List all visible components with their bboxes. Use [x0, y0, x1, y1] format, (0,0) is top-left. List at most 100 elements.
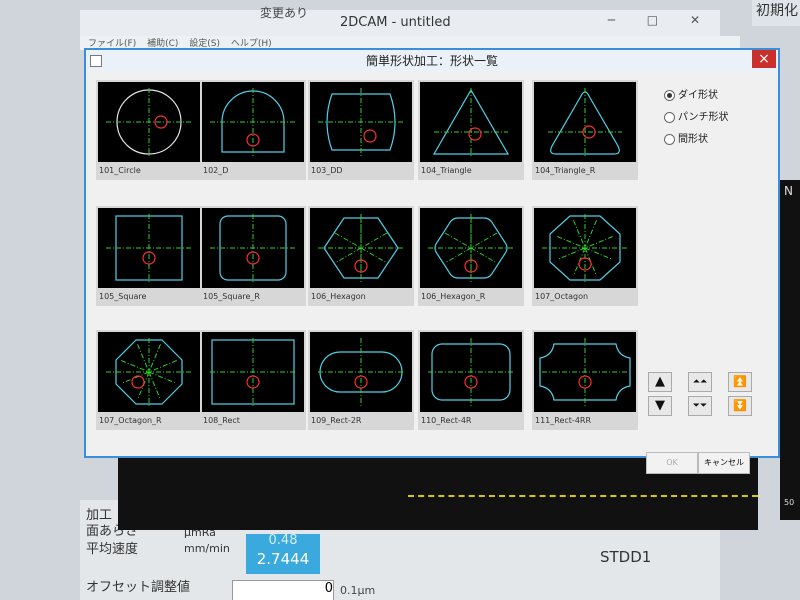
screen: 初期化 変更あり 2DCAM - untitled ─ □ ✕ ファイル(F) … [0, 0, 800, 600]
radio-punch-label: パンチ形状 [678, 112, 729, 123]
app-title: 2DCAM - untitled [340, 15, 451, 30]
shape-caption: 104_Triangle [421, 166, 472, 175]
shape-preview-octagon[interactable] [534, 208, 636, 288]
radio-die[interactable]: ダイ形状 [664, 86, 718, 101]
shape-tile-rect-4r[interactable]: 110_Rect-4R [418, 330, 524, 430]
radio-die-dot[interactable] [664, 89, 675, 101]
shape-tile-hexagon-r[interactable]: 106_Hexagon_R [418, 206, 524, 306]
shape-preview-dd[interactable] [310, 82, 412, 162]
shape-preview-triangle-r[interactable] [534, 82, 636, 162]
app-titlebar: 変更あり 2DCAM - untitled ─ □ ✕ [80, 6, 720, 36]
shape-tile-square-r[interactable]: 105_Square_R [200, 206, 306, 306]
shape-tile-rect-2r[interactable]: 109_Rect-2R [308, 330, 414, 430]
shape-preview-square-r[interactable] [202, 208, 304, 288]
shape-drawing-triangle-r [548, 88, 622, 156]
move-top-button[interactable]: ⏫ [728, 372, 752, 392]
shape-preview-octagon-r[interactable] [98, 332, 200, 412]
shape-caption: 106_Hexagon_R [421, 292, 486, 301]
shape-tile-hexagon[interactable]: 106_Hexagon [308, 206, 414, 306]
axis-label: 50 [784, 498, 795, 507]
page-down-button[interactable]: ⏷⏷ [688, 396, 712, 416]
shape-preview-rect-4rr[interactable] [534, 332, 636, 412]
changed-indicator: 変更あり [260, 6, 309, 20]
shape-tile-circle[interactable]: 101_Circle [96, 80, 202, 180]
shape-caption: 106_Hexagon [311, 292, 366, 301]
shape-caption: 104_Triangle_R [535, 166, 596, 175]
shape-preview-triangle[interactable] [420, 82, 522, 162]
shape-caption: 103_DD [311, 166, 343, 175]
shape-drawing-rect-2r [318, 338, 404, 406]
shape-drawing-square-r [210, 214, 296, 282]
shape-tile-octagon[interactable]: 107_Octagon [532, 206, 638, 306]
shape-tile-triangle-r[interactable]: 104_Triangle_R [532, 80, 638, 180]
shape-tile-d[interactable]: 102_D [200, 80, 306, 180]
ok-button[interactable]: OK [646, 452, 698, 474]
shape-tile-square[interactable]: 105_Square [96, 206, 202, 306]
speed-display: 0.48 2.7444 [246, 534, 320, 574]
shape-preview-hexagon-r[interactable] [420, 208, 522, 288]
speed-prev-value: 0.48 [268, 533, 298, 548]
shape-caption: 109_Rect-2R [311, 416, 362, 425]
shape-caption: 107_Octagon [535, 292, 589, 301]
tool-name: STDD1 [600, 548, 652, 566]
radio-die-label: ダイ形状 [678, 90, 718, 101]
shape-drawing-rect [210, 338, 296, 406]
shape-caption: 107_Octagon_R [99, 416, 162, 425]
offset-label: オフセット調整値 [86, 580, 191, 595]
radio-gap-dot[interactable] [664, 133, 675, 145]
right-view-canvas: N 50 [780, 180, 800, 520]
shape-drawing-dd [318, 88, 404, 156]
shape-caption: 108_Rect [203, 416, 240, 425]
shape-list-dialog: 簡単形状加工：形状一覧 × 101_Circle 102_D 103_DD 104_T… [84, 48, 780, 474]
shape-tile-octagon-r[interactable]: 107_Octagon_R [96, 330, 202, 430]
shape-preview-circle[interactable] [98, 82, 200, 162]
shape-drawing-octagon [542, 214, 628, 282]
shape-preview-rect[interactable] [202, 332, 304, 412]
shape-tile-dd[interactable]: 103_DD [308, 80, 414, 180]
shape-caption: 101_Circle [99, 166, 141, 175]
radio-punch[interactable]: パンチ形状 [664, 108, 729, 123]
speed-unit: mm/min [184, 542, 230, 555]
radio-gap-label: 間形状 [678, 134, 708, 145]
shape-drawing-square [106, 214, 192, 282]
shape-caption: 105_Square [99, 292, 147, 301]
speed-label: 平均速度 [86, 542, 139, 557]
window-icon [90, 55, 102, 67]
radio-punch-dot[interactable] [664, 111, 675, 123]
shape-caption: 105_Square_R [203, 292, 260, 301]
shape-drawing-hexagon [318, 214, 404, 282]
shape-caption: 102_D [203, 166, 229, 175]
shape-drawing-triangle [432, 88, 510, 156]
shape-preview-hexagon[interactable] [310, 208, 412, 288]
shape-preview-rect-4r[interactable] [420, 332, 522, 412]
dialog-titlebar: 簡単形状加工：形状一覧 × [86, 50, 778, 72]
shape-drawing-d [210, 88, 296, 156]
shape-drawing-hexagon-r [428, 214, 514, 282]
dialog-title: 簡単形状加工：形状一覧 [365, 54, 498, 68]
shape-drawing-octagon-r [106, 338, 192, 406]
shape-preview-d[interactable] [202, 82, 304, 162]
window-controls[interactable]: ─ □ ✕ [608, 13, 714, 27]
speed-value: 2.7444 [256, 550, 310, 568]
shape-preview-rect-2r[interactable] [310, 332, 412, 412]
shape-drawing-circle [106, 88, 192, 156]
toolpath-line [408, 495, 758, 497]
move-bottom-button[interactable]: ⏬ [728, 396, 752, 416]
shape-tile-rect-4rr[interactable]: 111_Rect-4RR [532, 330, 638, 430]
view-marker: N [784, 184, 793, 198]
move-up-button[interactable]: ▲ [648, 372, 672, 392]
radio-gap[interactable]: 間形状 [664, 130, 708, 145]
shape-tile-rect[interactable]: 108_Rect [200, 330, 306, 430]
move-down-button[interactable]: ▼ [648, 396, 672, 416]
shape-caption: 111_Rect-4RR [535, 416, 592, 425]
reset-label[interactable]: 初期化 [752, 0, 800, 26]
shape-tile-triangle[interactable]: 104_Triangle [418, 80, 524, 180]
offset-unit: 0.1μm [340, 584, 376, 597]
close-button[interactable]: × [752, 50, 776, 68]
shape-drawing-rect-4r [428, 338, 514, 406]
page-up-button[interactable]: ⏶⏶ [688, 372, 712, 392]
shape-preview-square[interactable] [98, 208, 200, 288]
shape-drawing-rect-4rr [539, 338, 631, 406]
offset-input[interactable]: 0 [232, 580, 334, 600]
cancel-button[interactable]: キャンセル [698, 452, 750, 474]
